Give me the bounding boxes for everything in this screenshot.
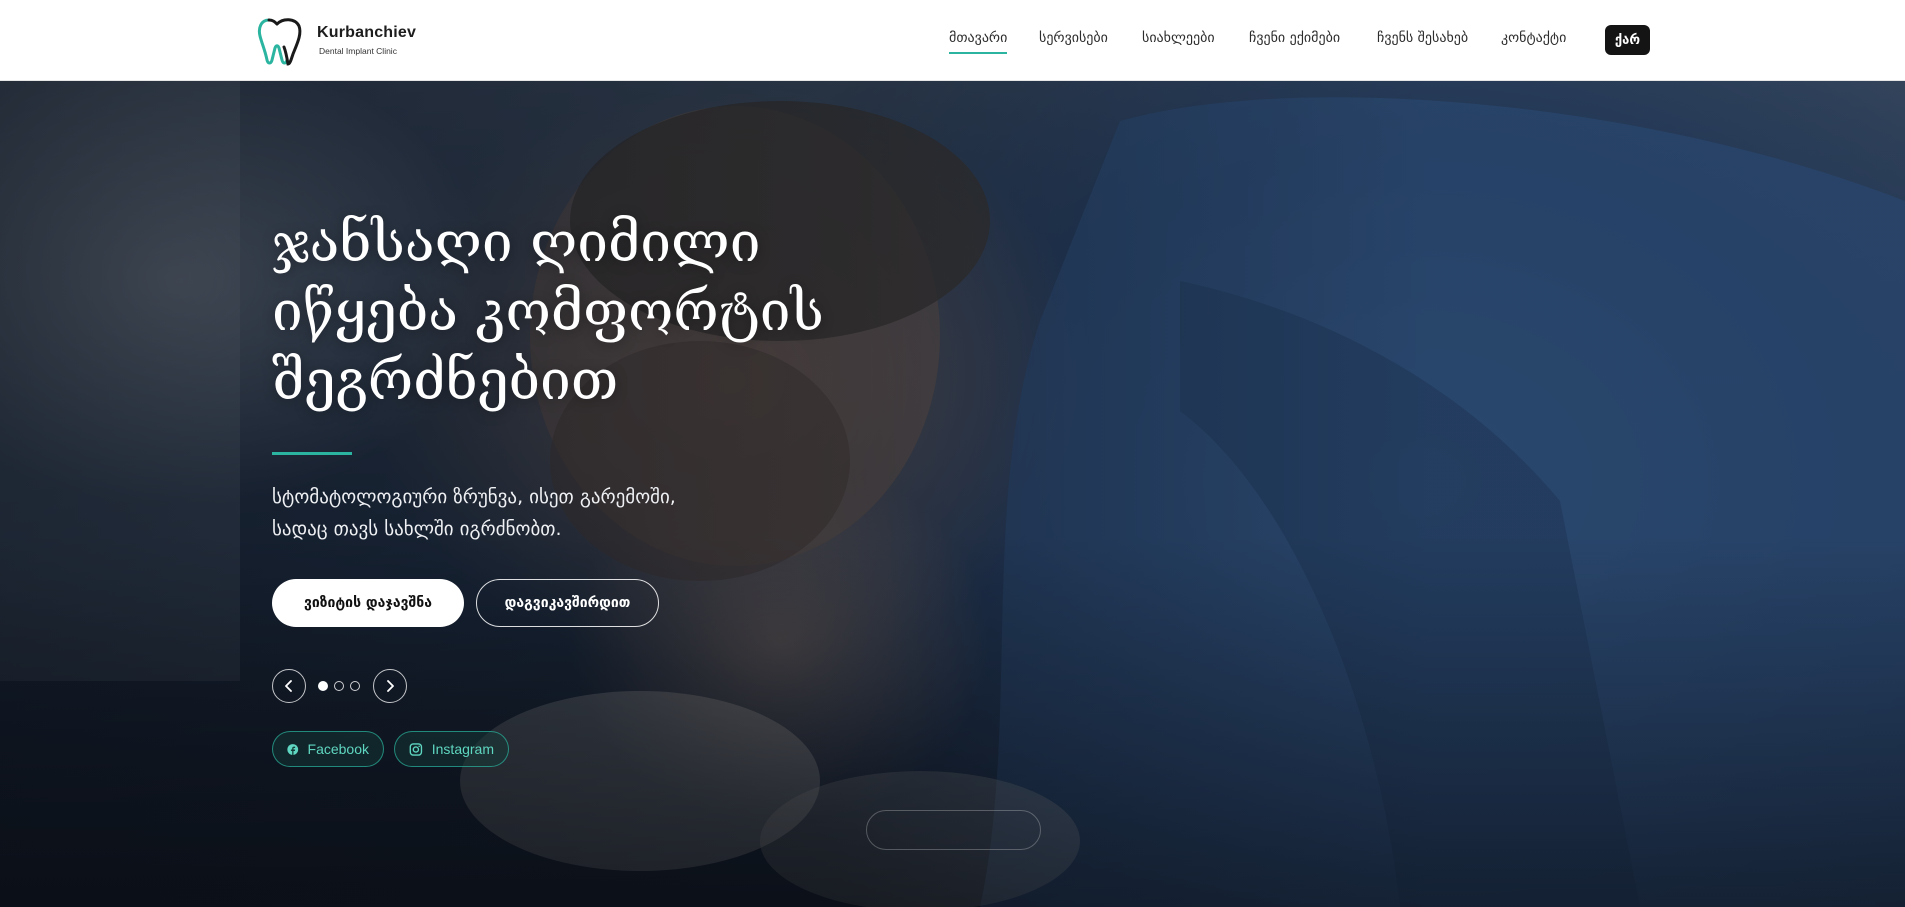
hero-title: ჯანსაღი ღიმილი იწყება კომფორტის შეგრძნებ… [272,208,912,415]
language-switch-button[interactable]: ქარ [1605,25,1650,55]
contact-us-button[interactable]: დაგვიკავშირდით [476,579,659,627]
hero-subtitle-line: სტომატოლოგიური ზრუნვა, ისეთ გარემოში, [272,486,676,508]
nav-item-doctors[interactable]: ჩვენი ექიმები [1249,30,1340,46]
facebook-link[interactable]: Facebook [272,731,384,767]
hero-subtitle-line: სადაც თავს სახლში იგრძნობთ. [272,518,562,540]
slider-controls [272,669,412,703]
title-divider [272,452,352,455]
scroll-indicator[interactable] [866,810,1041,850]
instagram-icon [409,742,423,756]
brand-tagline: Dental Implant Clinic [319,46,397,56]
nav-item-services[interactable]: სერვისები [1039,30,1108,46]
slider-dot-3[interactable] [350,681,360,691]
nav-item-contact[interactable]: კონტაქტი [1501,30,1566,46]
tooth-logo-icon [257,18,302,66]
hero-title-line: შეგრძნებით [272,348,619,412]
brand-logo[interactable]: Kurbanchiev Dental Implant Clinic [257,14,416,66]
slider-next-button[interactable] [373,669,407,703]
slider-prev-button[interactable] [272,669,306,703]
site-header: Kurbanchiev Dental Implant Clinic მთავარ… [0,0,1905,81]
book-visit-button[interactable]: ვიზიტის დაჯავშნა [272,579,464,627]
nav-item-home[interactable]: მთავარი [949,30,1008,54]
slider-dot-1[interactable] [318,681,328,691]
hero-title-line: ჯანსაღი ღიმილი [272,210,761,274]
facebook-icon [287,743,299,755]
brand-name: Kurbanchiev [317,24,417,41]
chevron-right-icon [387,680,394,692]
hero-subtitle: სტომატოლოგიური ზრუნვა, ისეთ გარემოში, სა… [272,481,832,545]
hero-title-line: იწყება კომფორტის [272,279,824,343]
nav-item-news[interactable]: სიახლეები [1142,30,1215,46]
slider-dot-2[interactable] [334,681,344,691]
facebook-label: Facebook [307,741,369,757]
instagram-link[interactable]: Instagram [394,731,509,767]
instagram-label: Instagram [431,741,494,757]
chevron-left-icon [285,680,292,692]
nav-item-about[interactable]: ჩვენს შესახებ [1377,30,1468,46]
